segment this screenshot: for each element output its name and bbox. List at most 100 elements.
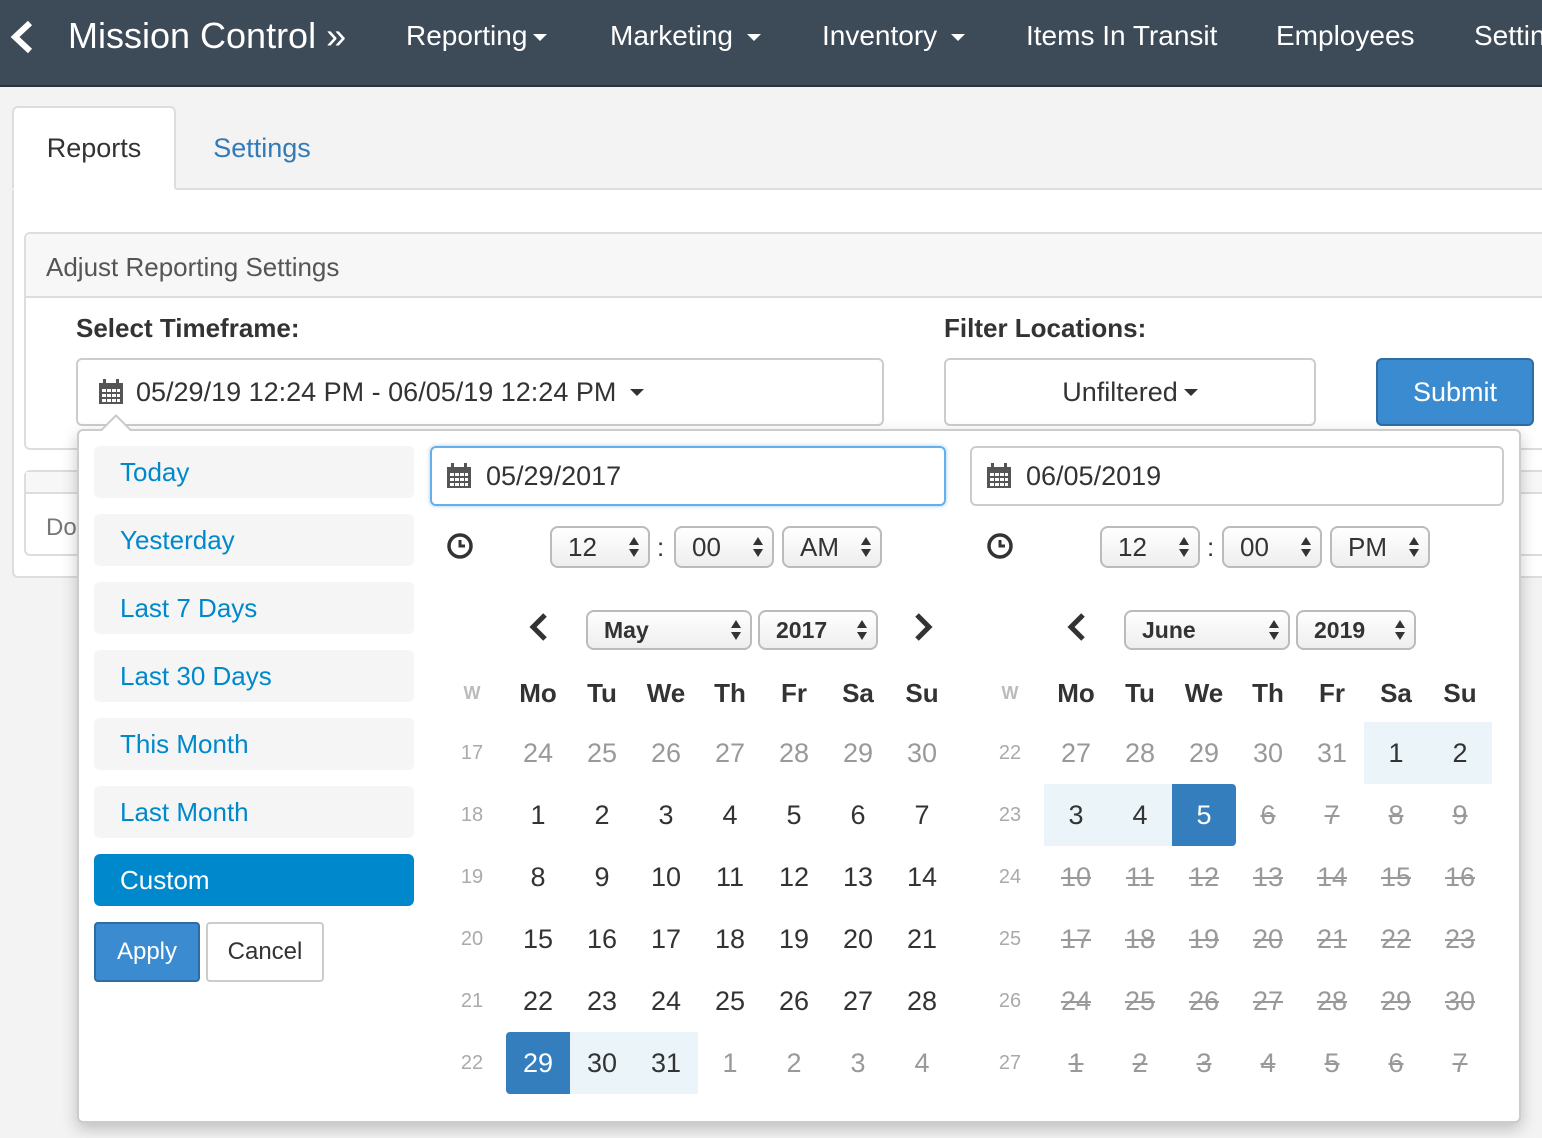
start-day-cell[interactable]: 10 xyxy=(634,846,698,908)
start-day-cell[interactable]: 7 xyxy=(890,784,954,846)
start-day-cell[interactable]: 30 xyxy=(570,1032,634,1094)
filter-locations-dropdown[interactable]: Unfiltered xyxy=(944,358,1316,426)
end-day-cell: 22 xyxy=(1380,923,1412,954)
start-day-cell[interactable]: 29 xyxy=(506,1032,570,1094)
start-day-cell[interactable]: 28 xyxy=(890,970,954,1032)
end-month-select[interactable]: June xyxy=(1124,610,1290,650)
start-day-cell[interactable]: 26 xyxy=(762,970,826,1032)
next-month-icon[interactable] xyxy=(910,612,936,642)
nav-item-inventory[interactable]: Inventory xyxy=(822,20,966,52)
end-day-cell: 16 xyxy=(1444,861,1476,892)
weekday-header: We xyxy=(646,677,686,708)
range-this-month[interactable]: This Month xyxy=(94,718,414,770)
start-day-cell[interactable]: 24 xyxy=(634,970,698,1032)
start-day-cell[interactable]: 23 xyxy=(570,970,634,1032)
start-date-input[interactable]: 05/29/2017 xyxy=(430,446,946,506)
start-day-cell[interactable]: 13 xyxy=(826,846,890,908)
end-day-cell[interactable]: 28 xyxy=(1108,722,1172,784)
start-day-cell[interactable]: 18 xyxy=(698,908,762,970)
start-day-cell[interactable]: 17 xyxy=(634,908,698,970)
start-day-cell[interactable]: 19 xyxy=(762,908,826,970)
start-day-cell[interactable]: 11 xyxy=(698,846,762,908)
start-day-cell[interactable]: 8 xyxy=(506,846,570,908)
start-day-cell[interactable]: 4 xyxy=(698,784,762,846)
end-day-cell: 15 xyxy=(1380,861,1412,892)
start-day-cell[interactable]: 3 xyxy=(634,784,698,846)
prev-month-icon[interactable] xyxy=(1064,612,1090,642)
end-day-cell[interactable]: 31 xyxy=(1300,722,1364,784)
start-day-cell[interactable]: 5 xyxy=(762,784,826,846)
start-day-cell[interactable]: 21 xyxy=(890,908,954,970)
start-day-cell[interactable]: 15 xyxy=(506,908,570,970)
end-day-cell[interactable]: 29 xyxy=(1172,722,1236,784)
end-day-cell[interactable]: 27 xyxy=(1044,722,1108,784)
range-custom[interactable]: Custom xyxy=(94,854,414,906)
nav-item-reporting[interactable]: Reporting xyxy=(406,20,548,52)
start-day-cell[interactable]: 1 xyxy=(698,1032,762,1094)
end-hour-select[interactable]: 12 xyxy=(1100,526,1200,568)
start-month-select[interactable]: May xyxy=(586,610,752,650)
back-chevron-icon[interactable] xyxy=(6,20,40,54)
start-day-cell[interactable]: 27 xyxy=(826,970,890,1032)
start-day-cell[interactable]: 29 xyxy=(826,722,890,784)
end-date-input[interactable]: 06/05/2019 xyxy=(970,446,1504,506)
start-day-cell[interactable]: 2 xyxy=(762,1032,826,1094)
calendar-icon xyxy=(987,463,1011,488)
start-year-select[interactable]: 2017 xyxy=(758,610,878,650)
range-last-month[interactable]: Last Month xyxy=(94,786,414,838)
start-day-cell[interactable]: 24 xyxy=(506,722,570,784)
start-minute-select[interactable]: 00 xyxy=(674,526,774,568)
start-day-cell[interactable]: 22 xyxy=(506,970,570,1032)
range-yesterday[interactable]: Yesterday xyxy=(94,514,414,566)
start-day-cell[interactable]: 27 xyxy=(698,722,762,784)
prev-month-icon[interactable] xyxy=(526,612,552,642)
select-updown-icon xyxy=(1409,537,1419,557)
range-last-7-days[interactable]: Last 7 Days xyxy=(94,582,414,634)
start-day-cell[interactable]: 20 xyxy=(826,908,890,970)
nav-item-marketing[interactable]: Marketing xyxy=(610,20,761,52)
start-day-cell[interactable]: 4 xyxy=(890,1032,954,1094)
start-hour-select[interactable]: 12 xyxy=(550,526,650,568)
start-day-cell[interactable]: 3 xyxy=(826,1032,890,1094)
clock-icon xyxy=(447,533,473,559)
end-day-cell[interactable]: 30 xyxy=(1236,722,1300,784)
apply-button[interactable]: Apply xyxy=(94,922,200,982)
end-day-cell[interactable]: 4 xyxy=(1108,784,1172,846)
end-day-cell: 24 xyxy=(1060,985,1092,1016)
end-day-cell[interactable]: 1 xyxy=(1364,722,1428,784)
end-day-cell[interactable]: 2 xyxy=(1428,722,1492,784)
start-day-cell[interactable]: 6 xyxy=(826,784,890,846)
brand-title[interactable]: Mission Control » xyxy=(68,15,346,57)
select-updown-icon xyxy=(1269,620,1279,640)
start-day-cell[interactable]: 2 xyxy=(570,784,634,846)
tab-settings[interactable]: Settings xyxy=(176,106,348,190)
start-ampm-select[interactable]: AM xyxy=(782,526,882,568)
cancel-button[interactable]: Cancel xyxy=(206,922,324,982)
submit-button[interactable]: Submit xyxy=(1376,358,1534,426)
end-ampm-select[interactable]: PM xyxy=(1330,526,1430,568)
start-day-cell[interactable]: 12 xyxy=(762,846,826,908)
start-day-cell[interactable]: 31 xyxy=(634,1032,698,1094)
start-day-cell[interactable]: 14 xyxy=(890,846,954,908)
timeframe-range-input[interactable]: 05/29/19 12:24 PM - 06/05/19 12:24 PM xyxy=(76,358,884,426)
start-day-cell[interactable]: 25 xyxy=(570,722,634,784)
start-day-cell[interactable]: 25 xyxy=(698,970,762,1032)
end-date-value: 06/05/2019 xyxy=(1026,460,1162,491)
start-day-cell[interactable]: 30 xyxy=(890,722,954,784)
end-day-cell[interactable]: 3 xyxy=(1044,784,1108,846)
end-day-cell[interactable]: 5 xyxy=(1172,784,1236,846)
end-year-select[interactable]: 2019 xyxy=(1296,610,1416,650)
nav-item-employees[interactable]: Employees xyxy=(1276,20,1415,52)
range-last-30-days[interactable]: Last 30 Days xyxy=(94,650,414,702)
start-day-cell[interactable]: 9 xyxy=(570,846,634,908)
start-day-cell[interactable]: 28 xyxy=(762,722,826,784)
end-minute-select[interactable]: 00 xyxy=(1222,526,1322,568)
range-today[interactable]: Today xyxy=(94,446,414,498)
start-day-cell[interactable]: 26 xyxy=(634,722,698,784)
nav-item-items-in-transit[interactable]: Items In Transit xyxy=(1026,20,1217,52)
tab-reports[interactable]: Reports xyxy=(12,106,176,190)
nav-item-settings[interactable]: Settings xyxy=(1474,20,1542,52)
start-day-cell[interactable]: 16 xyxy=(570,908,634,970)
start-day-cell[interactable]: 1 xyxy=(506,784,570,846)
weekday-header: Th xyxy=(1252,677,1284,708)
